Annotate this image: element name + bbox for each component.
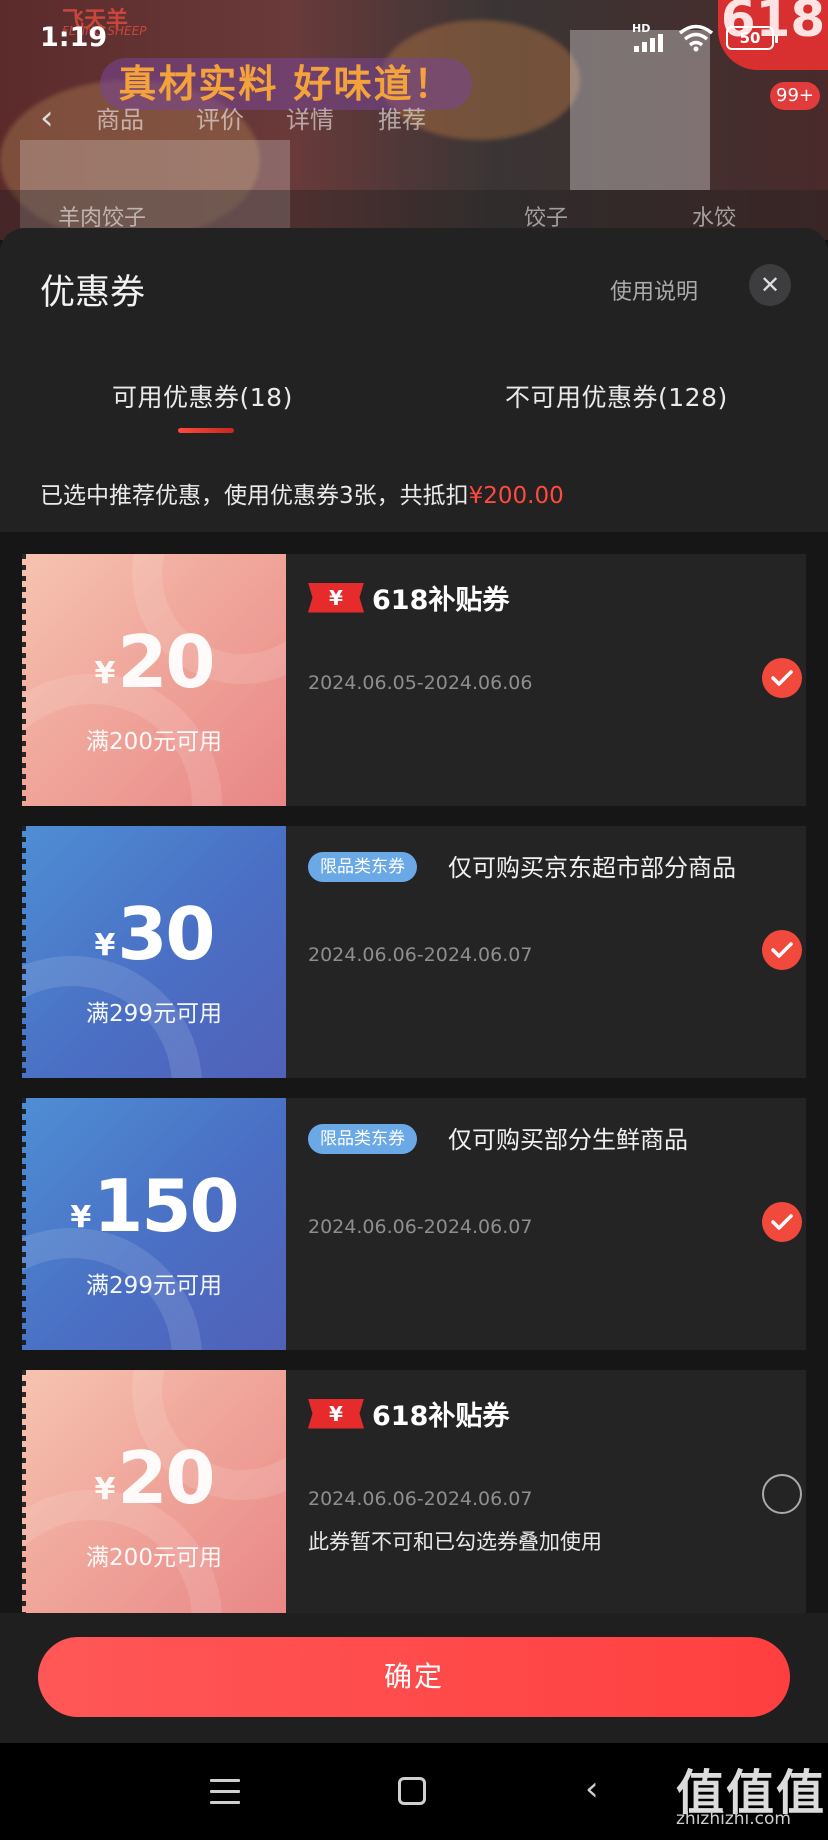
coupon-list: ¥20 满200元可用 ¥ 618补贴券 2024.06.05-2024.06.… [0,532,828,1613]
summary-amount: ¥200.00 [468,483,564,509]
coupon-condition: 满299元可用 [86,1273,222,1299]
menu-icon[interactable] [210,1779,240,1812]
confirm-button[interactable]: 确定 [38,1637,790,1717]
coupon-validity: 2024.06.06-2024.06.07 [308,944,533,966]
coupon-card[interactable]: ¥20 满200元可用 ¥ 618补贴券 2024.06.06-2024.06.… [22,1370,806,1613]
coupon-amount: 20 [117,620,215,704]
coupon-description: 仅可购买京东超市部分商品 [448,854,736,882]
currency-symbol: ¥ [70,1200,92,1235]
battery-icon: 50 [726,26,778,50]
yen-tag-icon: ¥ [308,1398,364,1429]
checked-icon[interactable] [762,658,802,698]
nav-tab-product[interactable]: 商品 [96,100,144,135]
coupon-value-panel: ¥20 满200元可用 [22,1370,286,1613]
coupon-stack-note: 此券暂不可和已勾选券叠加使用 [308,1530,602,1554]
coupon-info: ¥ 618补贴券 2024.06.06-2024.06.07 此券暂不可和已勾选… [286,1370,806,1613]
category-limit-tag: 限品类东券 [308,852,417,882]
coupon-validity: 2024.06.05-2024.06.06 [308,672,533,694]
coupon-tabs: 可用优惠券(18) 不可用优惠券(128) [0,378,828,448]
checked-icon[interactable] [762,930,802,970]
subsidy-tag: ¥ 618补贴券 [308,1394,509,1433]
tab-available-coupons[interactable]: 可用优惠券(18) [112,378,293,414]
home-icon[interactable] [398,1777,426,1805]
coupon-value: ¥20 [22,620,286,704]
coupon-info: 限品类东券 仅可购买京东超市部分商品 2024.06.06-2024.06.07 [286,826,806,1078]
coupon-value: ¥20 [22,1436,286,1520]
coupon-amount: 20 [117,1436,215,1520]
coupon-card[interactable]: ¥150 满299元可用 限品类东券 仅可购买部分生鲜商品 2024.06.06… [22,1098,806,1350]
summary-text: 已选中推荐优惠，使用优惠券3张，共抵扣 [40,483,469,509]
nav-tab-recommend[interactable]: 推荐 [378,100,426,135]
wifi-icon [678,24,714,52]
status-time: 1:19 [40,22,108,53]
subsidy-tag: ¥ 618补贴券 [308,578,509,617]
category-limit-tag: 限品类东券 [308,1124,417,1154]
system-nav-bar: ‹ 值值值 zhizhizhi.com [0,1743,828,1840]
coupon-condition: 满200元可用 [86,729,222,755]
nav-tab-details[interactable]: 详情 [286,100,334,135]
coupon-value: ¥150 [22,1164,286,1248]
coupon-info: ¥ 618补贴券 2024.06.05-2024.06.06 [286,554,806,806]
close-button[interactable]: ✕ [749,264,791,306]
coupon-sheet: 优惠券 使用说明 ✕ 可用优惠券(18) 不可用优惠券(128) 已选中推荐优惠… [0,228,828,1613]
coupon-amount: 30 [117,892,215,976]
watermark-url: zhizhizhi.com [676,1809,791,1829]
coupon-condition: 满200元可用 [86,1545,222,1571]
subsidy-tag-label: 618补贴券 [372,1401,510,1432]
product-nav: ‹ 商品 评价 详情 推荐 [0,90,828,138]
subsidy-tag-label: 618补贴券 [372,585,510,616]
sheet-title: 优惠券 [40,273,146,313]
currency-symbol: ¥ [94,656,116,691]
nav-tab-reviews[interactable]: 评价 [196,100,244,135]
coupon-value-panel: ¥150 满299元可用 [22,1098,286,1350]
coupon-description: 仅可购买部分生鲜商品 [448,1126,688,1154]
yen-tag-icon: ¥ [308,582,364,613]
coupon-card[interactable]: ¥30 满299元可用 限品类东券 仅可购买京东超市部分商品 2024.06.0… [22,826,806,1078]
checked-icon[interactable] [762,1202,802,1242]
coupon-info: 限品类东券 仅可购买部分生鲜商品 2024.06.06-2024.06.07 [286,1098,806,1350]
coupon-validity: 2024.06.06-2024.06.07 [308,1216,533,1238]
usage-instructions-link[interactable]: 使用说明 [610,274,698,306]
active-tab-indicator [178,428,234,433]
coupon-condition: 满299元可用 [86,1001,222,1027]
currency-symbol: ¥ [94,1472,116,1507]
selection-summary: 已选中推荐优惠，使用优惠券3张，共抵扣¥200.00 [40,476,564,510]
coupon-card[interactable]: ¥20 满200元可用 ¥ 618补贴券 2024.06.05-2024.06.… [22,554,806,806]
coupon-value: ¥30 [22,892,286,976]
unchecked-radio-icon[interactable] [762,1474,802,1514]
confirm-bar: 确定 [0,1613,828,1743]
tab-unavailable-coupons[interactable]: 不可用优惠券(128) [505,378,728,414]
coupon-validity: 2024.06.06-2024.06.07 [308,1488,533,1510]
currency-symbol: ¥ [94,928,116,963]
coupon-value-panel: ¥30 满299元可用 [22,826,286,1078]
signal-icon [634,34,663,52]
back-icon[interactable]: ‹ [585,1769,599,1809]
back-arrow-icon[interactable]: ‹ [40,98,54,138]
screen: 飞天羊 FLYING SHEEP 真材实料 好味道！ 618 99+ ‹ 商品 … [0,0,828,1840]
status-bar: 1:19 HD 50 [0,0,828,74]
coupon-value-panel: ¥20 满200元可用 [22,554,286,806]
coupon-amount: 150 [93,1164,239,1248]
